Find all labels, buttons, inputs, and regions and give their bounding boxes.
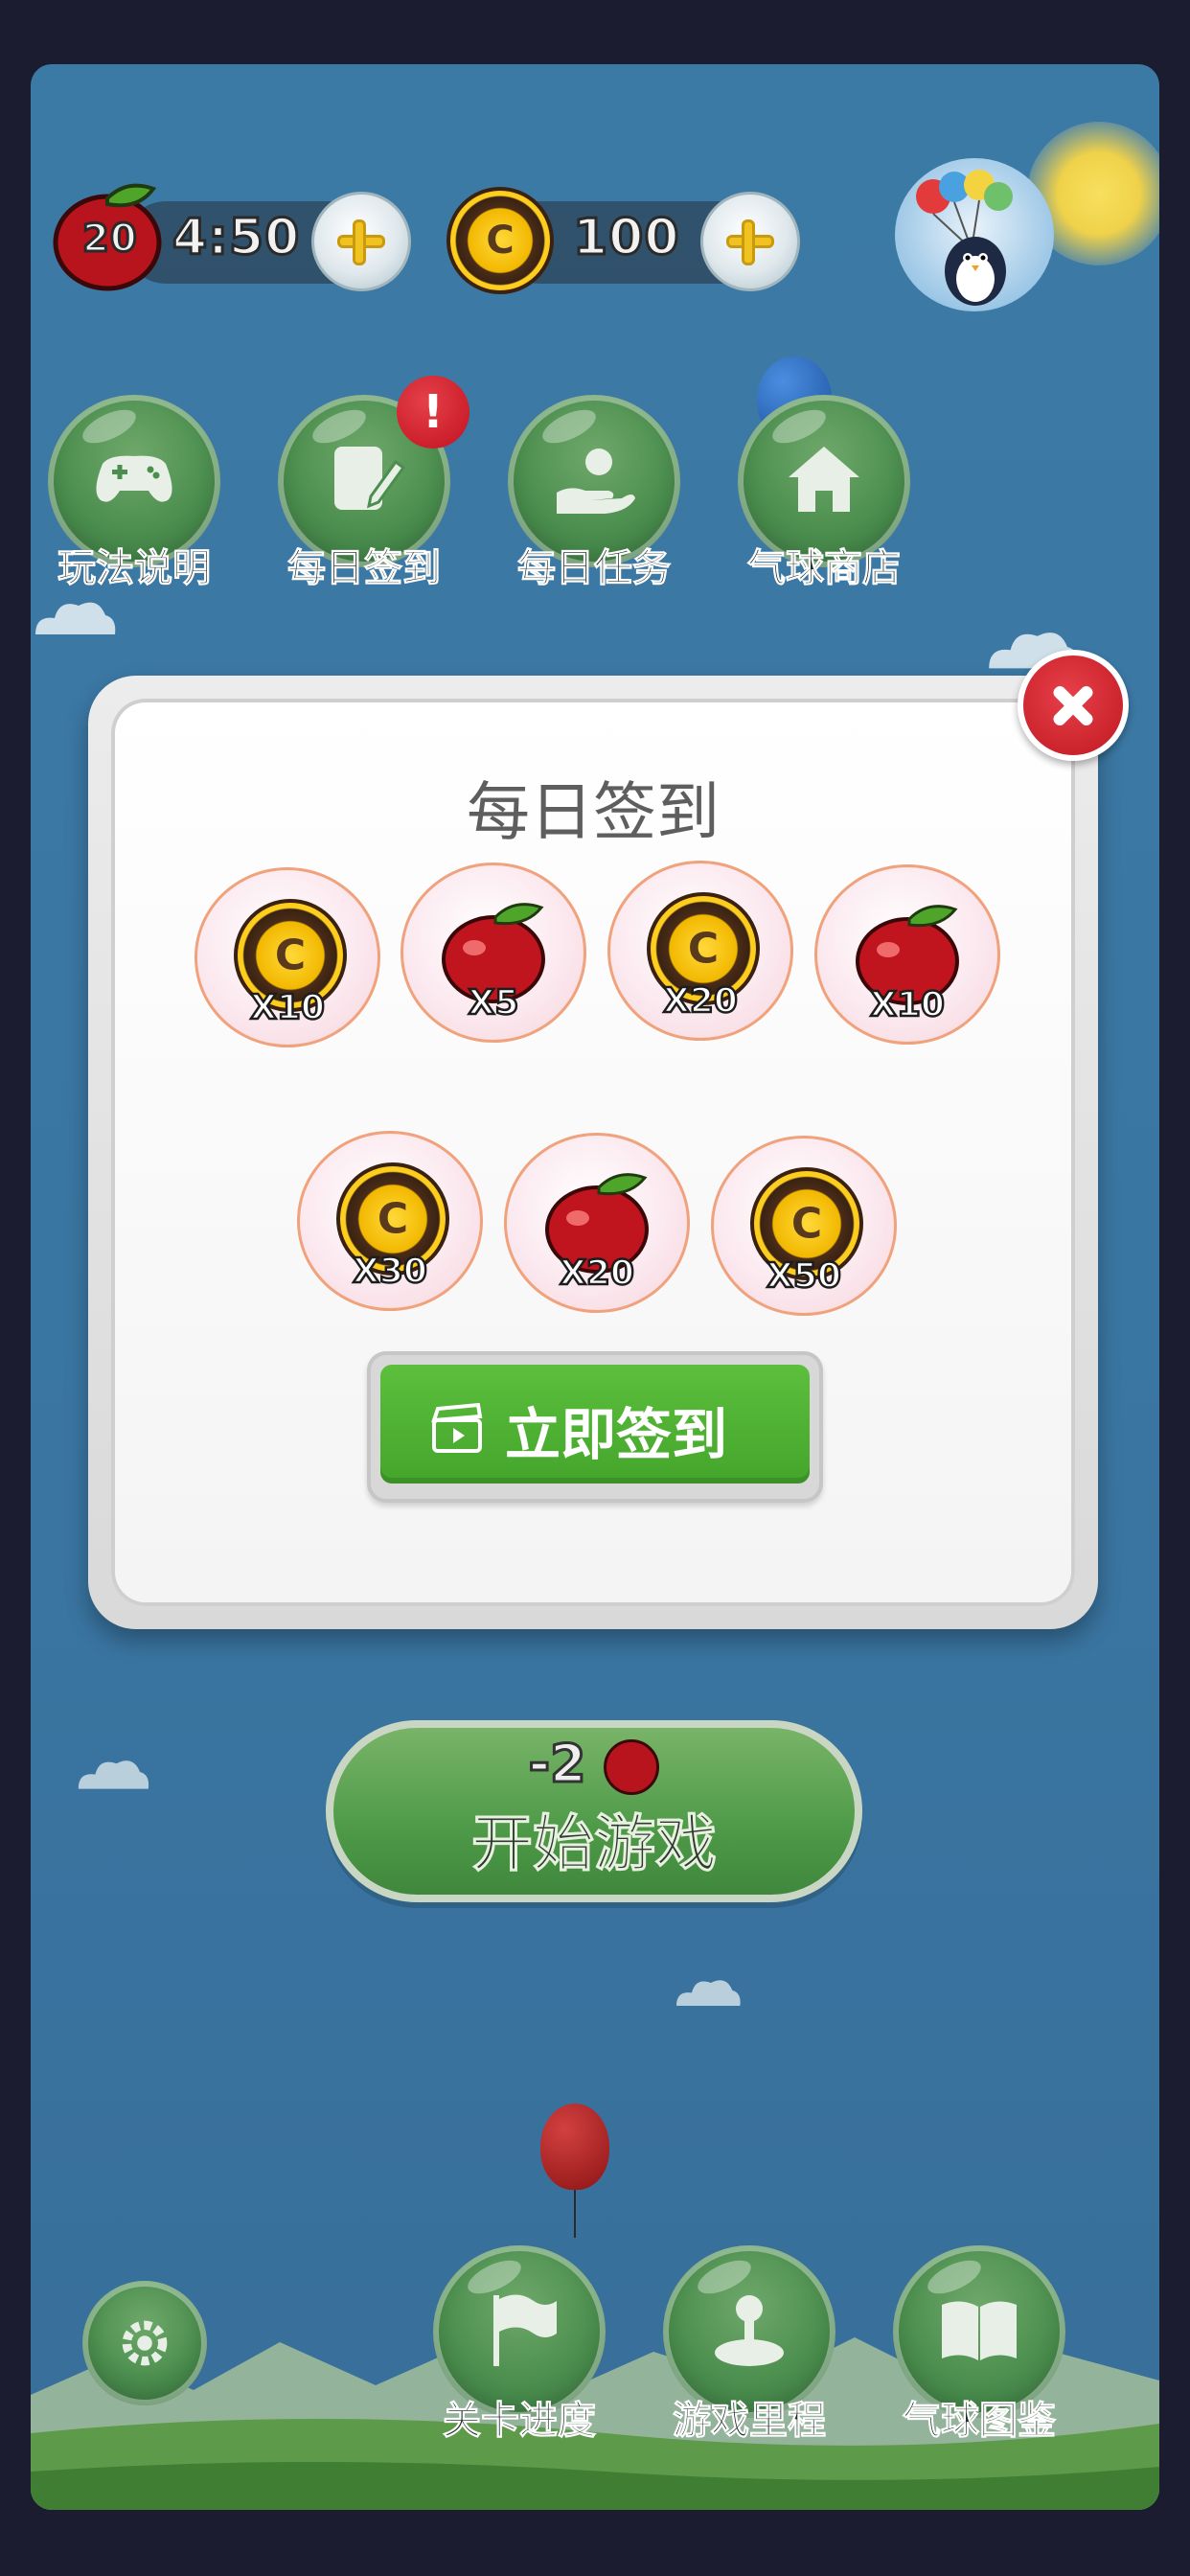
reward-day-4[interactable]: X10 — [814, 864, 1000, 1045]
add-coin-button[interactable] — [700, 192, 800, 291]
settings-button[interactable] — [82, 2281, 207, 2405]
balloon-guide-label: 气球图鉴 — [903, 2399, 1057, 2444]
avatar[interactable] — [895, 158, 1054, 311]
reward-day-7[interactable]: C X50 — [711, 1136, 897, 1316]
add-apple-button[interactable] — [311, 192, 411, 291]
flag-icon — [493, 2294, 557, 2366]
reward-qty: X5 — [467, 982, 519, 1024]
reward-day-2[interactable]: X5 — [400, 862, 586, 1043]
balloon-icon — [540, 2104, 609, 2190]
reward-qty: X30 — [352, 1251, 428, 1293]
gamepad-icon — [96, 455, 172, 502]
reward-qty: X20 — [662, 980, 739, 1023]
house-icon — [789, 447, 859, 512]
clapperboard-icon — [431, 1402, 483, 1453]
start-game-button[interactable]: -2 开始游戏 — [326, 1720, 862, 1902]
reward-day-3[interactable]: C X20 — [607, 861, 793, 1041]
balloon-string — [574, 2190, 576, 2238]
coin-icon: C — [446, 187, 554, 294]
reward-qty: X10 — [249, 987, 326, 1029]
how-to-play-label: 玩法说明 — [57, 546, 212, 591]
joystick-icon — [715, 2295, 784, 2366]
balloon-shop-label: 气球商店 — [747, 546, 902, 591]
reward-qty: X20 — [559, 1253, 635, 1295]
game-mileage-label: 游戏里程 — [673, 2399, 827, 2444]
apple-count: 20 — [81, 216, 139, 263]
signin-button[interactable]: 立即签到 — [380, 1365, 810, 1484]
level-progress-label: 关卡进度 — [443, 2399, 597, 2444]
cloud-icon — [78, 1760, 149, 1789]
open-book-icon — [942, 2301, 1017, 2360]
reward-day-6[interactable]: X20 — [504, 1133, 690, 1313]
gear-icon — [122, 2320, 168, 2366]
hand-person-icon — [557, 448, 635, 514]
penguin-icon — [916, 170, 1013, 306]
start-cost: -2 — [527, 1733, 587, 1796]
cloud-icon — [676, 1980, 741, 2006]
reward-day-1[interactable]: C X10 — [195, 867, 380, 1047]
signin-button-frame: 立即签到 — [367, 1351, 823, 1503]
timer-text: 4:50 — [171, 208, 301, 268]
start-game-label: 开始游戏 — [471, 1809, 718, 1881]
daily-tasks-label: 每日任务 — [517, 546, 672, 591]
cloud-icon — [35, 602, 116, 634]
reward-qty: X50 — [766, 1255, 842, 1298]
apple-icon — [604, 1739, 660, 1796]
daily-checkin-label: 每日签到 — [287, 546, 442, 591]
reward-qty: X10 — [869, 984, 946, 1026]
pencil-note-icon — [334, 447, 406, 510]
signin-button-label: 立即签到 — [505, 1402, 728, 1467]
close-button[interactable] — [1018, 650, 1129, 761]
checkin-alert-badge: ! — [397, 376, 469, 448]
dialog-title: 每日签到 — [467, 775, 720, 849]
reward-day-5[interactable]: C X30 — [297, 1131, 483, 1311]
coin-count: 100 — [572, 208, 681, 268]
